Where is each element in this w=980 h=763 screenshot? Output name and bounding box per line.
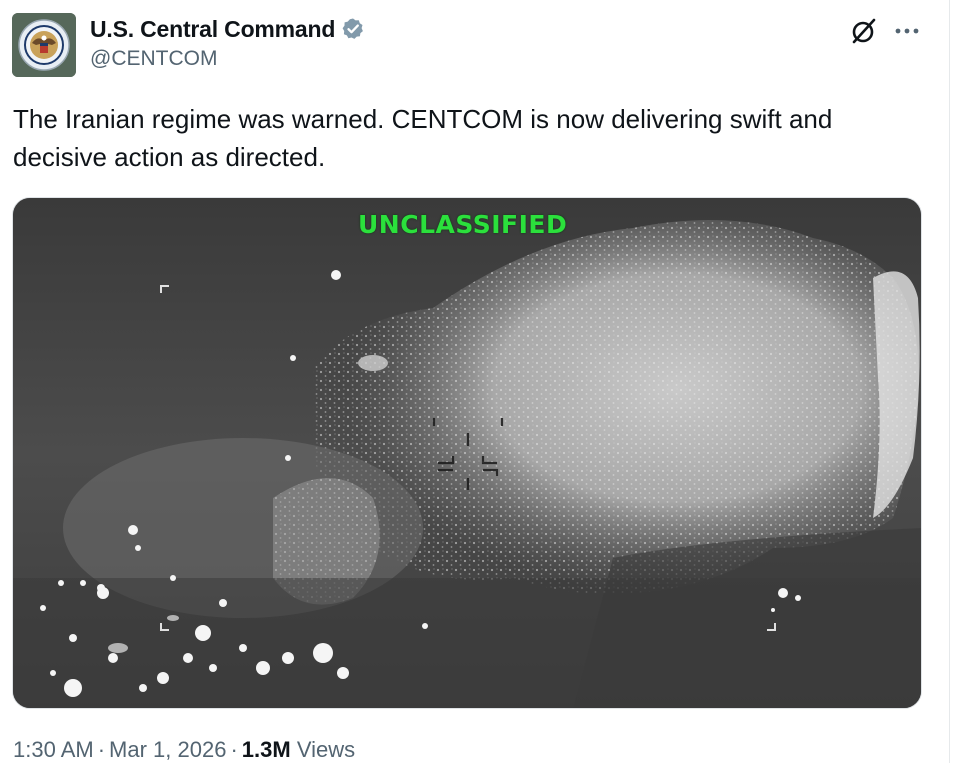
tweet-meta: 1:30 AM · Mar 1, 2026 · 1.3M Views: [13, 737, 355, 763]
author-handle[interactable]: @CENTCOM: [90, 47, 217, 71]
views-count: 1.3M: [241, 737, 291, 762]
avatar[interactable]: [12, 13, 76, 77]
verified-badge-icon: [341, 17, 365, 41]
grok-icon[interactable]: [849, 16, 879, 46]
unclassified-overlay: UNCLASSIFIED: [358, 210, 568, 239]
column-divider: [949, 0, 950, 763]
author-name-row[interactable]: U.S. Central Command: [90, 13, 365, 45]
centcom-seal-icon: [12, 13, 76, 77]
more-horizontal-icon[interactable]: [893, 18, 921, 44]
thermal-footage-image: [13, 198, 921, 708]
meta-separator: ·: [97, 737, 106, 762]
tweet-date[interactable]: Mar 1, 2026: [109, 737, 226, 762]
meta-separator: ·: [230, 737, 238, 762]
display-name[interactable]: U.S. Central Command: [90, 16, 335, 43]
tweet-video[interactable]: UNCLASSIFIED: [12, 197, 922, 709]
views-label: Views: [296, 737, 356, 762]
tweet-text: The Iranian regime was warned. CENTCOM i…: [13, 104, 833, 172]
tweet-time[interactable]: 1:30 AM: [13, 737, 94, 762]
